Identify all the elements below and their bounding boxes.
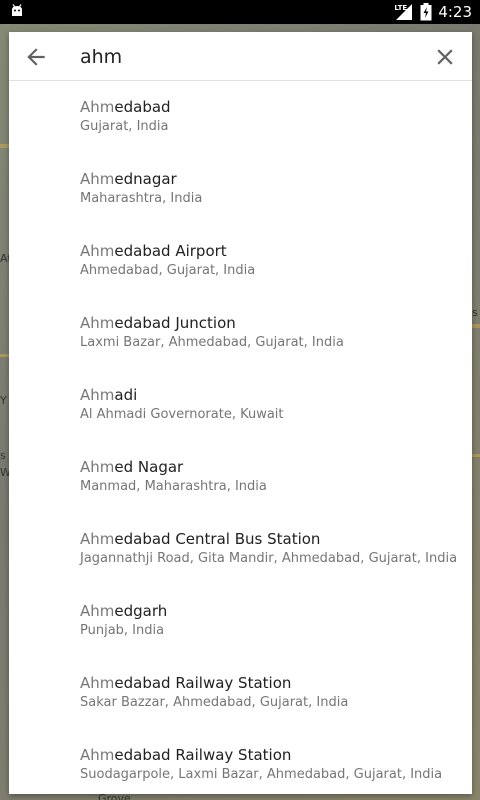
search-card: Ahmedabad Gujarat, India Ahmednagar Maha… <box>9 32 472 794</box>
result-item[interactable]: Ahmedabad Airport Ahmedabad, Gujarat, In… <box>9 225 472 297</box>
result-subtitle: Punjab, India <box>80 623 165 638</box>
result-subtitle: Jagannathji Road, Gita Mandir, Ahmedabad… <box>80 551 458 566</box>
result-title: Ahmedabad Central Bus Station <box>80 529 472 549</box>
result-title-rest: ednagar <box>114 170 177 188</box>
result-item[interactable]: Ahmedgarh Punjab, India <box>9 585 472 657</box>
map-label: s <box>0 449 6 462</box>
result-subtitle: Maharashtra, India <box>80 191 203 206</box>
map-label: s <box>472 306 478 319</box>
search-header <box>9 32 472 81</box>
result-item[interactable]: Ahmedabad Railway Station Suodagarpole, … <box>9 729 472 794</box>
result-title-rest: edabad Airport <box>114 242 227 260</box>
result-title-rest: ed Nagar <box>114 458 184 476</box>
result-title-rest: edgarh <box>114 602 168 620</box>
result-title: Ahmedabad <box>80 97 472 117</box>
result-item[interactable]: Ahmadi Al Ahmadi Governorate, Kuwait <box>9 369 472 441</box>
result-match: Ahm <box>80 746 115 764</box>
result-subtitle: Suodagarpole, Laxmi Bazar, Ahmedabad, Gu… <box>80 767 443 782</box>
result-match: Ahm <box>80 314 115 332</box>
result-title: Ahmedabad Airport <box>80 241 472 261</box>
result-title: Ahmedgarh <box>80 601 472 621</box>
result-title-rest: edabad Junction <box>114 314 236 332</box>
result-item[interactable]: Ahmed Nagar Manmad, Maharashtra, India <box>9 441 472 513</box>
result-item[interactable]: Ahmedabad Central Bus Station Jagannathj… <box>9 513 472 585</box>
result-item[interactable]: Ahmedabad Gujarat, India <box>9 81 472 153</box>
result-title-rest: edabad Railway Station <box>114 746 292 764</box>
status-bar: LTE 4:23 <box>0 0 480 24</box>
results-list: Ahmedabad Gujarat, India Ahmednagar Maha… <box>9 81 472 794</box>
result-title-rest: edabad <box>114 98 171 116</box>
result-match: Ahm <box>80 242 115 260</box>
result-match: Ahm <box>80 530 115 548</box>
result-title: Ahmadi <box>80 385 472 405</box>
battery-icon <box>420 3 432 21</box>
result-subtitle: Manmad, Maharashtra, India <box>80 479 267 494</box>
result-title-rest: adi <box>114 386 138 404</box>
result-match: Ahm <box>80 170 115 188</box>
search-input[interactable] <box>80 42 410 72</box>
result-subtitle: Laxmi Bazar, Ahmedabad, Gujarat, India <box>80 335 344 350</box>
result-match: Ahm <box>80 386 115 404</box>
android-debug-icon <box>12 4 22 16</box>
result-item[interactable]: Ahmedabad Junction Laxmi Bazar, Ahmedaba… <box>9 297 472 369</box>
result-match: Ahm <box>80 674 115 692</box>
result-subtitle: Al Ahmadi Governorate, Kuwait <box>80 407 284 422</box>
result-match: Ahm <box>80 98 115 116</box>
result-title: Ahmedabad Railway Station <box>80 745 472 765</box>
result-title: Ahmedabad Railway Station <box>80 673 472 693</box>
result-match: Ahm <box>80 602 115 620</box>
result-subtitle: Sakar Bazzar, Ahmedabad, Gujarat, India <box>80 695 349 710</box>
result-subtitle: Gujarat, India <box>80 119 169 134</box>
result-title: Ahmedabad Junction <box>80 313 472 333</box>
arrow-back-icon[interactable] <box>23 44 49 70</box>
lte-icon: LTE <box>394 2 414 22</box>
result-title: Ahmednagar <box>80 169 472 189</box>
result-subtitle: Ahmedabad, Gujarat, India <box>80 263 256 278</box>
result-item[interactable]: Ahmedabad Railway Station Sakar Bazzar, … <box>9 657 472 729</box>
result-item[interactable]: Ahmednagar Maharashtra, India <box>9 153 472 225</box>
status-time: 4:23 <box>438 3 472 21</box>
result-match: Ahm <box>80 458 115 476</box>
map-label: Y <box>0 394 7 407</box>
result-title-rest: edabad Railway Station <box>114 674 292 692</box>
result-title: Ahmed Nagar <box>80 457 472 477</box>
signal-icon <box>396 4 413 20</box>
result-title-rest: edabad Central Bus Station <box>114 530 321 548</box>
close-icon[interactable] <box>432 44 458 70</box>
